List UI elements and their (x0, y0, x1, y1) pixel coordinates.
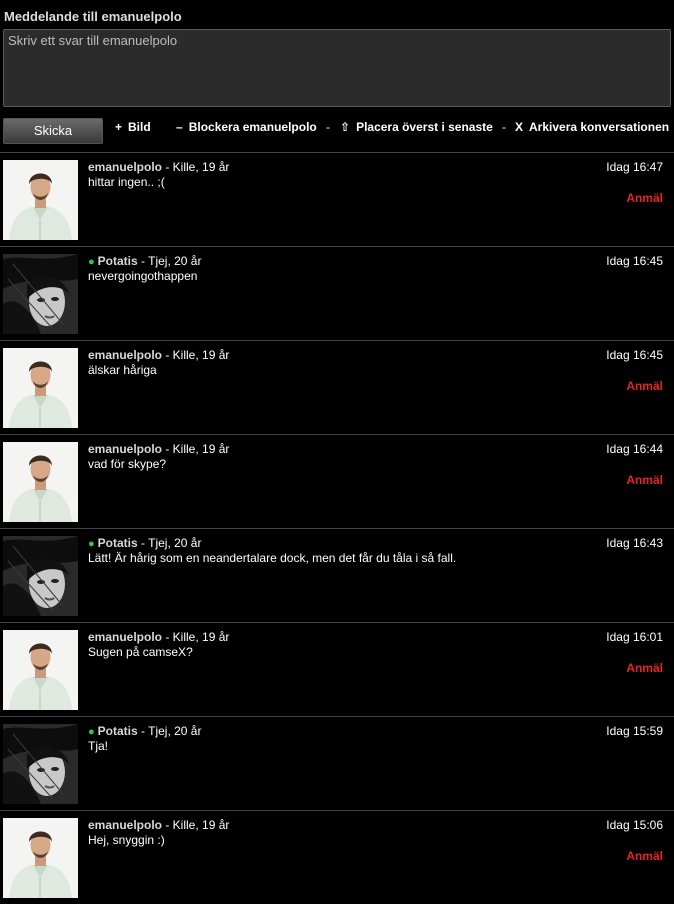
sender-info: - Kille, 19 år (162, 442, 230, 456)
sender-info: - Tjej, 20 år (137, 724, 202, 738)
man-avatar[interactable] (3, 160, 78, 240)
message-row: ● Potatis - Tjej, 20 år Tja! Idag 15:59 (0, 716, 674, 810)
plus-icon: + (115, 120, 123, 134)
block-user-label: Blockera emanuelpolo (188, 120, 317, 134)
sender-info: - Kille, 19 år (162, 630, 230, 644)
message-time: Idag 16:45 (606, 348, 663, 362)
add-image-label: Bild (128, 120, 151, 134)
message-row: emanuelpolo - Kille, 19 år Sugen på camse… (0, 622, 674, 716)
message-time: Idag 16:45 (606, 254, 663, 268)
message-meta: ● Potatis - Tjej, 20 år (88, 724, 201, 738)
report-link[interactable]: Anmäl (626, 191, 663, 205)
message-meta: emanuelpolo - Kille, 19 år (88, 818, 229, 832)
message-time: Idag 16:43 (606, 536, 663, 550)
message-row: emanuelpolo - Kille, 19 år älskar håriga I… (0, 340, 674, 434)
reply-textarea[interactable] (3, 29, 671, 107)
message-row: ● Potatis - Tjej, 20 år nevergoingothappen… (0, 246, 674, 340)
message-time: Idag 15:59 (606, 724, 663, 738)
separator: - (502, 120, 506, 134)
sender-name-link[interactable]: emanuelpolo (88, 630, 162, 644)
message-text: Tja! (88, 739, 109, 753)
sender-info: - Kille, 19 år (162, 160, 230, 174)
man-avatar[interactable] (3, 348, 78, 428)
message-row: emanuelpolo - Kille, 19 år hittar ingen..… (0, 152, 674, 246)
compose-title: Meddelande till emanuelpolo (4, 9, 182, 24)
message-time: Idag 15:06 (606, 818, 663, 832)
message-list: emanuelpolo - Kille, 19 år hittar ingen..… (0, 152, 674, 904)
pin-top-label: Placera överst i senaste (356, 120, 493, 134)
message-meta: emanuelpolo - Kille, 19 år (88, 348, 229, 362)
message-meta: emanuelpolo - Kille, 19 år (88, 442, 229, 456)
online-status-icon: ● (88, 726, 95, 738)
message-row: ● Potatis - Tjej, 20 år Lätt! Är hårig som… (0, 528, 674, 622)
message-text: älskar håriga (88, 363, 157, 377)
sender-name-link[interactable]: Potatis (98, 254, 138, 268)
report-link[interactable]: Anmäl (626, 849, 663, 863)
message-text: vad för skype? (88, 457, 167, 471)
sender-name-link[interactable]: emanuelpolo (88, 818, 162, 832)
message-text: Hej, snyggin :) (88, 833, 165, 847)
sender-name-link[interactable]: Potatis (98, 724, 138, 738)
message-meta: emanuelpolo - Kille, 19 år (88, 630, 229, 644)
sender-info: - Kille, 19 år (162, 348, 230, 362)
man-avatar[interactable] (3, 818, 78, 898)
sender-name-link[interactable]: emanuelpolo (88, 160, 162, 174)
sender-info: - Tjej, 20 år (137, 536, 202, 550)
woman-avatar[interactable] (3, 724, 78, 804)
archive-label: Arkivera konversationen (529, 120, 670, 134)
man-avatar[interactable] (3, 442, 78, 522)
send-button[interactable]: Skicka (3, 118, 103, 144)
message-text: nevergoingothappen (88, 269, 198, 283)
man-avatar[interactable] (3, 630, 78, 710)
add-image-link[interactable]: + Bild (115, 120, 151, 134)
conversation-page: Meddelande till emanuelpolo Skicka + Bild… (0, 0, 674, 898)
message-meta: ● Potatis - Tjej, 20 år (88, 254, 201, 268)
archive-link[interactable]: X Arkivera konversationen (515, 120, 669, 134)
woman-avatar[interactable] (3, 254, 78, 334)
sender-name-link[interactable]: emanuelpolo (88, 442, 162, 456)
report-link[interactable]: Anmäl (626, 473, 663, 487)
message-row: emanuelpolo - Kille, 19 år Hej, snyggin :… (0, 810, 674, 904)
message-text: Sugen på camseX? (88, 645, 193, 659)
report-link[interactable]: Anmäl (626, 379, 663, 393)
message-text: hittar ingen.. ;( (88, 175, 165, 189)
sender-info: - Tjej, 20 år (137, 254, 202, 268)
sender-info: - Kille, 19 år (162, 818, 230, 832)
block-user-link[interactable]: – Blockera emanuelpolo (176, 120, 317, 134)
message-time: Idag 16:47 (606, 160, 663, 174)
message-text: Lätt! Är hårig som en neandertalare dock… (88, 551, 457, 565)
sender-name-link[interactable]: Potatis (98, 536, 138, 550)
minus-icon: – (176, 120, 183, 134)
report-link[interactable]: Anmäl (626, 661, 663, 675)
arrow-up-icon: ⇧ (340, 120, 351, 134)
online-status-icon: ● (88, 538, 95, 550)
sender-name-link[interactable]: emanuelpolo (88, 348, 162, 362)
message-meta: emanuelpolo - Kille, 19 år (88, 160, 229, 174)
online-status-icon: ● (88, 256, 95, 268)
pin-top-link[interactable]: ⇧ Placera överst i senaste (340, 120, 493, 134)
separator: - (326, 120, 330, 134)
message-time: Idag 16:01 (606, 630, 663, 644)
message-meta: ● Potatis - Tjej, 20 år (88, 536, 201, 550)
close-icon: X (515, 120, 524, 134)
message-time: Idag 16:44 (606, 442, 663, 456)
woman-avatar[interactable] (3, 536, 78, 616)
message-row: emanuelpolo - Kille, 19 år vad för skype?… (0, 434, 674, 528)
